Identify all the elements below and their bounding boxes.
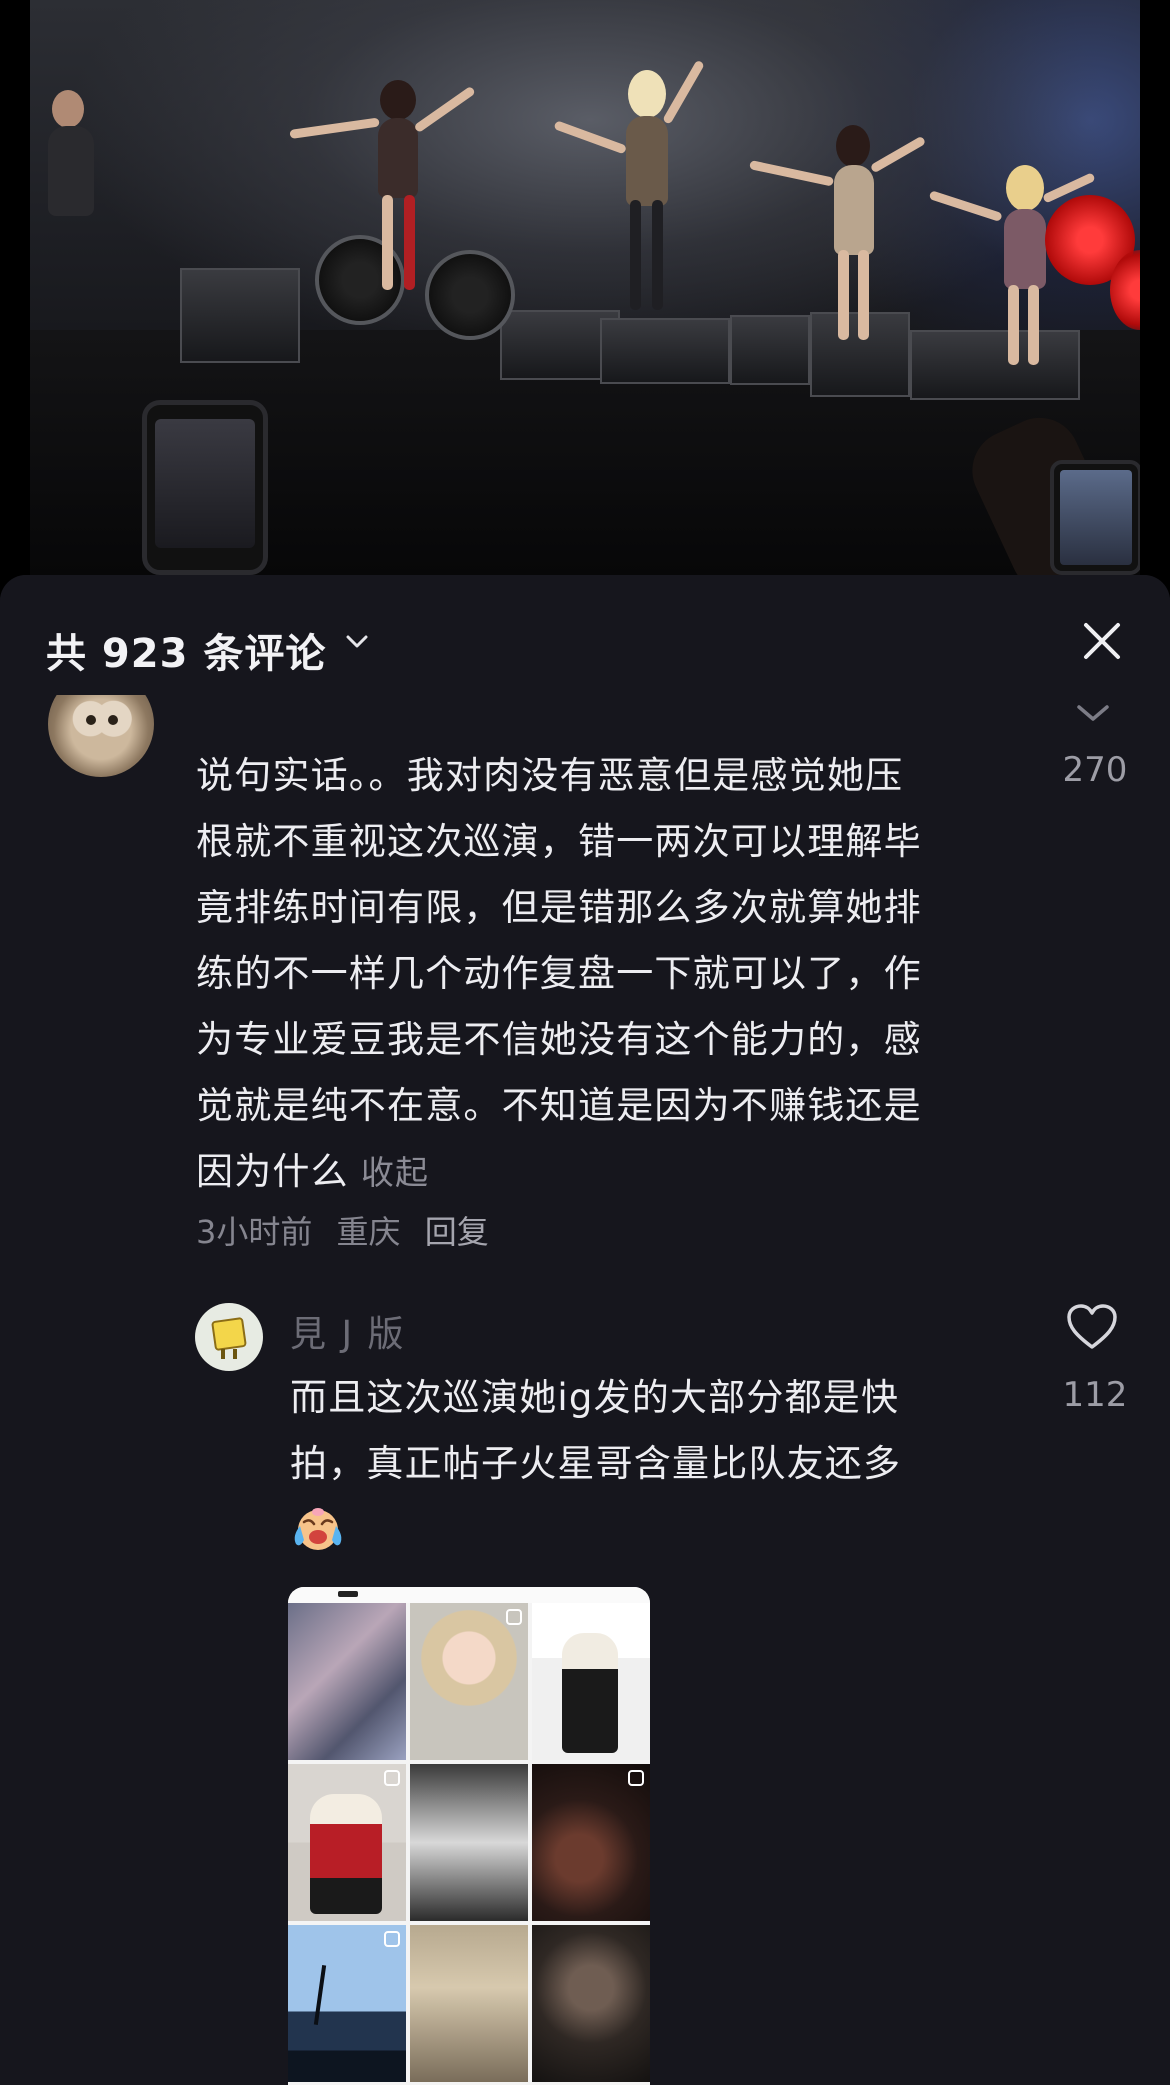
- comment-text: 说句实话。。我对肉没有恶意但是感觉她压 根就不重视这次巡演，错一两次可以理解毕 …: [196, 743, 996, 1206]
- speaker-box: [910, 330, 1080, 400]
- comment-location: 重庆: [336, 1213, 401, 1251]
- like-count: 270: [1062, 750, 1128, 790]
- video-frame[interactable]: [30, 0, 1140, 575]
- stage-fan: [425, 250, 515, 340]
- chevron-down-icon[interactable]: [342, 627, 372, 657]
- reply-username[interactable]: 見 J 版: [290, 1305, 406, 1357]
- audience-phone: [142, 400, 268, 575]
- comment-line: 练的不一样几个动作复盘一下就可以了，作: [196, 952, 922, 995]
- like-count: 112: [1062, 1375, 1128, 1415]
- speaker-box: [730, 315, 810, 385]
- image-tile: [532, 1603, 650, 1760]
- comment-count-title[interactable]: 共 923 条评论: [46, 621, 326, 679]
- image-tile: [410, 1764, 528, 1921]
- heart-icon[interactable]: [1066, 1303, 1118, 1351]
- collapse-link[interactable]: 收起: [361, 1153, 429, 1192]
- speaker-box: [180, 268, 300, 363]
- image-tile: [288, 1925, 406, 2082]
- image-tile: [532, 1764, 650, 1921]
- attached-image[interactable]: [288, 1587, 650, 2085]
- comment-time: 3小时前: [196, 1213, 313, 1251]
- image-tile: [288, 1603, 406, 1760]
- comment-meta: 3小时前 重庆 回复: [196, 1207, 503, 1253]
- audience-phone: [1050, 460, 1140, 575]
- comment-line: 根就不重视这次巡演，错一两次可以理解毕: [196, 820, 922, 863]
- speaker-box: [600, 318, 730, 384]
- reply-text: 而且这次巡演她ig发的大部分都是快 拍，真正帖子火星哥含量比队友还多: [290, 1365, 1020, 1497]
- image-tile: [532, 1925, 650, 2082]
- comment-line: 因为什么: [196, 1150, 349, 1193]
- crying-laughing-emoji-icon: [294, 1508, 342, 1550]
- image-tile: [288, 1764, 406, 1921]
- comment-line: 觉就是纯不在意。不知道是因为不赚钱还是: [196, 1084, 922, 1127]
- image-tile: [410, 1603, 528, 1760]
- close-icon[interactable]: [1080, 619, 1124, 663]
- reply-line: 拍，真正帖子火星哥含量比队友还多: [290, 1442, 902, 1485]
- grid-tabbar: [288, 1587, 650, 1603]
- comment-line: 说句实话。。我对肉没有恶意但是感觉她压: [196, 754, 904, 797]
- sheet-header: 共 923 条评论: [0, 575, 1170, 695]
- comment-line: 竟排练时间有限，但是错那么多次就算她排: [196, 886, 922, 929]
- reply-button[interactable]: 回复: [425, 1213, 489, 1251]
- comment-line: 为专业爱豆我是不信她没有这个能力的，感: [196, 1018, 922, 1061]
- avatar[interactable]: [195, 1303, 263, 1371]
- chevron-down-icon[interactable]: [1073, 701, 1113, 725]
- image-tile: [410, 1925, 528, 2082]
- reply-line: 而且这次巡演她ig发的大部分都是快: [290, 1376, 900, 1419]
- comment-sheet: 说句实话。。我对肉没有恶意但是感觉她压 根就不重视这次巡演，错一两次可以理解毕 …: [0, 575, 1170, 2085]
